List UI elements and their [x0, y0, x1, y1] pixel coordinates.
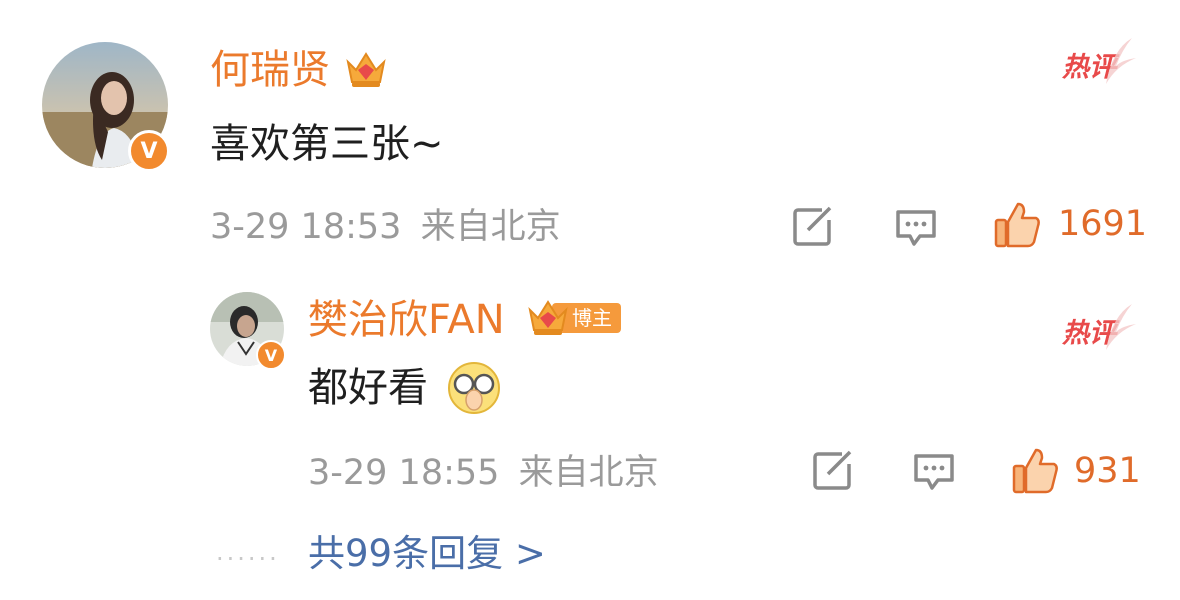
reply-header: 樊治欣FAN: [308, 296, 505, 344]
clapping-glasses-emoji-icon: [446, 360, 502, 416]
comment-content: 喜欢第三张~: [210, 121, 444, 167]
reply-content-text: 都好看: [308, 365, 428, 411]
wing-icon: [1106, 38, 1136, 84]
wing-icon: [1106, 304, 1136, 350]
comment-username[interactable]: 何瑞贤: [210, 47, 330, 93]
comment-meta: 3-29 18:53 来自北京: [210, 206, 561, 248]
reply-meta: 3-29 18:55 来自北京: [308, 452, 659, 494]
comment-header: 何瑞贤: [210, 46, 330, 94]
verified-v-badge-icon: V: [128, 130, 170, 172]
hot-comment-badge: 热评: [1062, 304, 1136, 350]
like-button[interactable]: 931: [1012, 446, 1152, 496]
comment-reply-icon[interactable]: [894, 208, 938, 248]
comment-location: 来自北京: [420, 207, 561, 247]
more-replies-link[interactable]: 共99条回复 >: [308, 532, 546, 576]
share-icon[interactable]: [812, 450, 854, 490]
like-button[interactable]: 1691: [994, 200, 1148, 250]
more-replies-dots: ......: [216, 538, 280, 566]
reply-location: 来自北京: [518, 453, 659, 493]
reply-username[interactable]: 樊治欣FAN: [308, 297, 505, 343]
comment-reply-icon[interactable]: [912, 452, 956, 492]
vip-crown-icon: [344, 48, 388, 90]
vip-crown-icon: [526, 296, 570, 338]
reply-content: 都好看: [308, 364, 428, 412]
comment-time: 3-29 18:53: [210, 207, 402, 247]
share-icon[interactable]: [792, 206, 834, 246]
like-count: 1691: [1058, 204, 1148, 244]
thumbs-up-icon: [994, 202, 1040, 248]
verified-v-badge-icon: V: [256, 340, 286, 370]
hot-comment-badge: 热评: [1062, 38, 1136, 84]
like-count: 931: [1074, 451, 1141, 491]
reply-time: 3-29 18:55: [308, 453, 500, 493]
thumbs-up-icon: [1012, 448, 1058, 494]
